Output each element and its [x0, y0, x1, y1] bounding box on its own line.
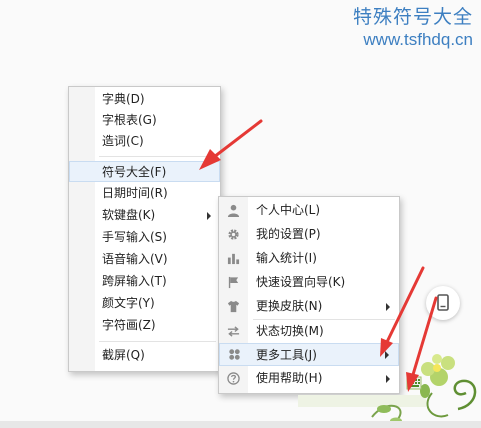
arrow-to-symbols-icon — [199, 119, 263, 170]
arrow-to-toolbox-icon — [406, 296, 438, 392]
arrow-to-more-tools-icon — [380, 266, 425, 357]
annotation-arrows — [199, 119, 438, 392]
